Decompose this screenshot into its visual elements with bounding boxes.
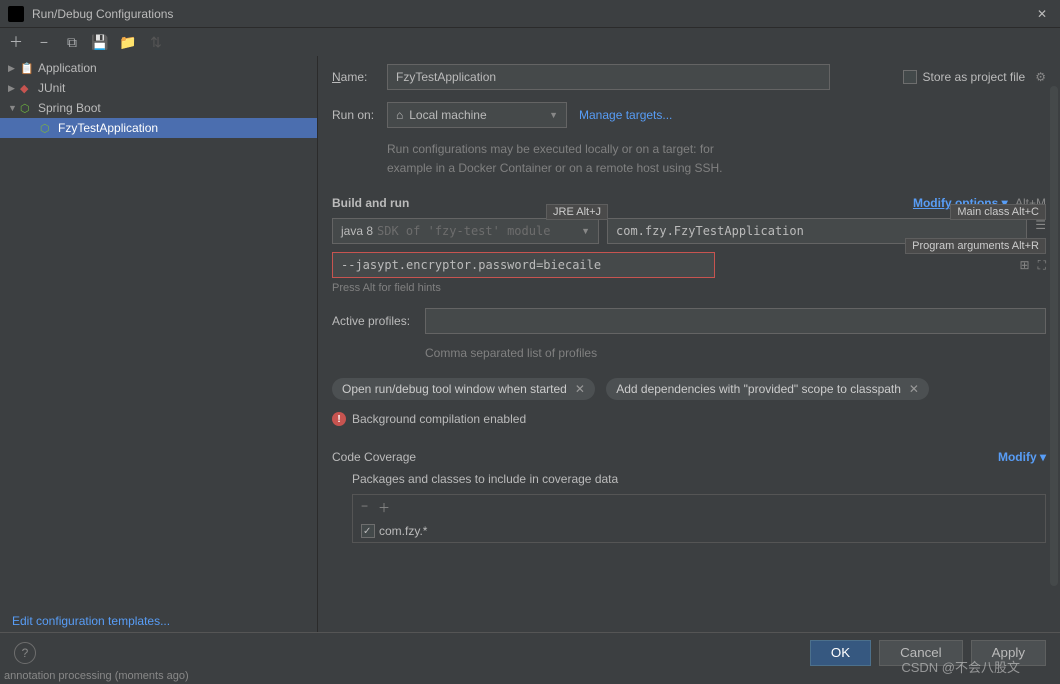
remove-icon[interactable]: − <box>36 34 52 50</box>
application-icon: 📋 <box>20 62 34 75</box>
field-hint: Press Alt for field hints <box>332 282 1046 294</box>
expand-icon[interactable]: ⛶ <box>1038 258 1046 273</box>
warning-row: ! Background compilation enabled <box>332 412 1046 426</box>
titlebar: Run/Debug Configurations ✕ <box>0 0 1060 28</box>
chips-row: Open run/debug tool window when started … <box>332 378 1046 400</box>
active-profiles-help: Comma separated list of profiles <box>425 346 1046 360</box>
close-icon[interactable]: ✕ <box>575 382 585 396</box>
runon-combo[interactable]: ⌂ Local machine ▼ <box>387 102 567 128</box>
manage-targets-link[interactable]: Manage targets... <box>579 108 672 122</box>
spring-icon: ⬡ <box>20 102 34 115</box>
name-input[interactable] <box>387 64 830 90</box>
coverage-item[interactable]: com.fzy.* <box>353 520 1045 542</box>
spring-icon: ⬡ <box>40 122 54 135</box>
store-label: Store as project file <box>923 70 1026 84</box>
chip-provided-scope[interactable]: Add dependencies with "provided" scope t… <box>606 378 929 400</box>
tree-item-junit[interactable]: ▶ ◆ JUnit <box>0 78 317 98</box>
runon-value: Local machine <box>409 108 486 122</box>
sort-icon[interactable]: ⇅ <box>148 34 164 50</box>
build-run-header: Build and run Modify options ▾ Alt+M <box>332 196 1046 210</box>
add-icon[interactable]: ＋ <box>378 499 390 516</box>
content-pane: Name: Store as project file ⚙ Run on: ⌂ … <box>318 56 1060 636</box>
coverage-packages-label: Packages and classes to include in cover… <box>352 472 1046 486</box>
chip-open-tool-window[interactable]: Open run/debug tool window when started … <box>332 378 595 400</box>
junit-icon: ◆ <box>20 82 34 95</box>
insert-icon[interactable]: ⊞ <box>1020 258 1030 273</box>
name-label: Name: <box>332 70 387 84</box>
scrollbar[interactable] <box>1050 86 1058 586</box>
store-as-project-file[interactable]: Store as project file ⚙ <box>903 70 1046 84</box>
save-icon[interactable]: 💾 <box>92 34 108 50</box>
hint-main: Main class Alt+C <box>950 204 1046 220</box>
chevron-right-icon: ▶ <box>8 63 20 74</box>
tree-item-application[interactable]: ▶ 📋 Application <box>0 58 317 78</box>
chevron-down-icon: ▼ <box>549 110 558 120</box>
status-bar: annotation processing (moments ago) <box>0 668 193 684</box>
add-icon[interactable]: ＋ <box>8 34 24 50</box>
program-args-input[interactable] <box>332 252 715 278</box>
tree-item-spring-boot[interactable]: ▼ ⬡ Spring Boot <box>0 98 317 118</box>
apply-button[interactable]: Apply <box>971 640 1046 666</box>
close-icon[interactable]: ✕ <box>1032 4 1052 24</box>
tree-label: JUnit <box>38 81 65 95</box>
copy-icon[interactable]: ⧉ <box>64 34 80 50</box>
jre-combo[interactable]: java 8 SDK of 'fzy-test' module ▼ <box>332 218 599 244</box>
hint-jre: JRE Alt+J <box>546 204 608 220</box>
runon-help: Run configurations may be executed local… <box>387 140 1046 178</box>
remove-icon[interactable]: − <box>361 499 368 516</box>
help-icon[interactable]: ? <box>14 642 36 664</box>
tree-item-fzytest[interactable]: ⬡ FzyTestApplication <box>0 118 317 138</box>
home-icon: ⌂ <box>396 108 403 122</box>
ok-button[interactable]: OK <box>810 640 871 666</box>
coverage-box: − ＋ com.fzy.* <box>352 494 1046 543</box>
bottom-bar: ? OK Cancel Apply <box>0 632 1060 672</box>
config-tree: ▶ 📋 Application ▶ ◆ JUnit ▼ ⬡ Spring Boo… <box>0 58 317 606</box>
runon-label: Run on: <box>332 108 387 122</box>
titlebar-title: Run/Debug Configurations <box>32 7 1032 21</box>
tree-label: Application <box>38 61 97 75</box>
checkbox-icon[interactable] <box>903 70 917 84</box>
app-icon <box>8 6 24 22</box>
chevron-down-icon: ▼ <box>581 226 590 236</box>
active-profiles-input[interactable] <box>425 308 1046 334</box>
coverage-modify-link[interactable]: Modify ▾ <box>998 450 1046 464</box>
folder-icon[interactable]: 📁 <box>120 34 136 50</box>
checkbox-icon[interactable] <box>361 524 375 538</box>
toolbar: ＋ − ⧉ 💾 📁 ⇅ <box>0 28 1060 56</box>
cancel-button[interactable]: Cancel <box>879 640 963 666</box>
warning-icon: ! <box>332 412 346 426</box>
chevron-down-icon: ▼ <box>8 103 20 113</box>
hint-args: Program arguments Alt+R <box>905 238 1046 254</box>
coverage-header: Code Coverage Modify ▾ <box>332 450 1046 464</box>
sidebar: ▶ 📋 Application ▶ ◆ JUnit ▼ ⬡ Spring Boo… <box>0 56 318 636</box>
active-profiles-label: Active profiles: <box>332 314 425 328</box>
edit-templates-link[interactable]: Edit configuration templates... <box>12 614 170 628</box>
close-icon[interactable]: ✕ <box>909 382 919 396</box>
tree-label: Spring Boot <box>38 101 101 115</box>
tree-label: FzyTestApplication <box>58 121 158 135</box>
gear-icon[interactable]: ⚙ <box>1035 70 1046 84</box>
chevron-right-icon: ▶ <box>8 83 20 94</box>
